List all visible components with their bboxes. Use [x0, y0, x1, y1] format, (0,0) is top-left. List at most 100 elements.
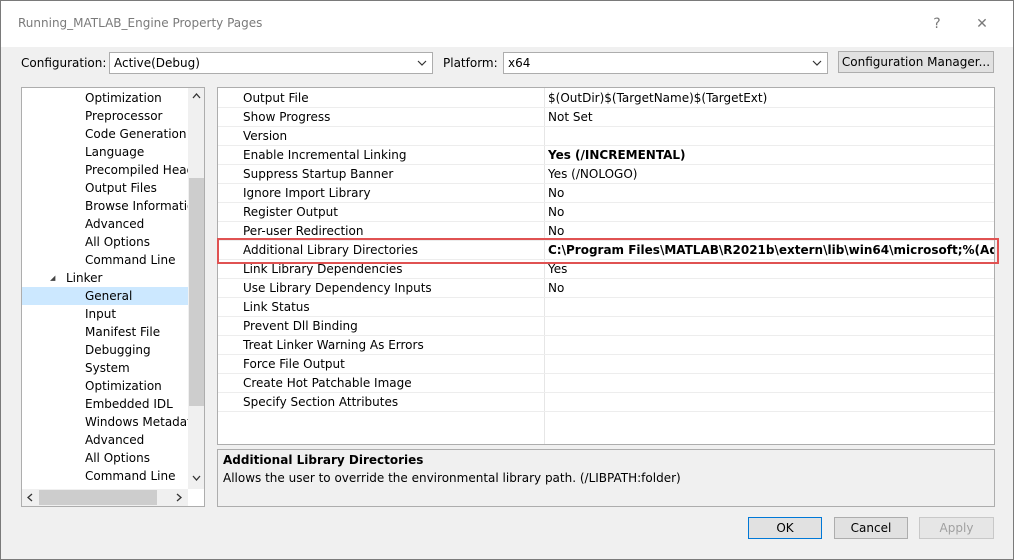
tree-item-label: Preprocessor	[85, 109, 163, 123]
property-row[interactable]: Show Progress Not Set	[218, 108, 994, 127]
platform-dropdown[interactable]: x64	[503, 52, 828, 74]
tree-item-label: Manifest File	[85, 325, 161, 339]
row-separator	[218, 411, 994, 412]
property-name: Create Hot Patchable Image	[243, 376, 412, 390]
ok-button[interactable]: OK	[748, 517, 822, 539]
property-row[interactable]: Use Library Dependency Inputs No	[218, 279, 994, 298]
property-name: Link Status	[243, 300, 310, 314]
tree-item-manifest-file[interactable]: Manifest File	[22, 323, 188, 341]
tree-item-code-generation[interactable]: Code Generation	[22, 125, 188, 143]
tree-item-input[interactable]: Input	[22, 305, 188, 323]
tree-item-debugging[interactable]: Debugging	[22, 341, 188, 359]
tree-vertical-scrollbar[interactable]	[188, 88, 204, 489]
property-row[interactable]: Ignore Import Library No	[218, 184, 994, 203]
tree-item-label: Input	[85, 307, 117, 321]
description-title: Additional Library Directories	[223, 453, 424, 467]
property-row[interactable]: Force File Output	[218, 355, 994, 374]
property-name: Link Library Dependencies	[243, 262, 403, 276]
property-row[interactable]: Output File $(OutDir)$(TargetName)$(Targe…	[218, 89, 994, 108]
property-value[interactable]: Yes (/NOLOGO)	[548, 167, 994, 181]
tree-hscroll-thumb[interactable]	[39, 490, 157, 505]
platform-value: x64	[508, 56, 531, 70]
property-value[interactable]: $(OutDir)$(TargetName)$(TargetExt)	[548, 91, 994, 105]
tree-item-precompiled-heade[interactable]: Precompiled Heade	[22, 161, 202, 179]
configuration-dropdown[interactable]: Active(Debug)	[109, 52, 433, 74]
property-value[interactable]: Yes (/INCREMENTAL)	[548, 148, 994, 162]
tree-item-command-line[interactable]: Command Line	[22, 251, 188, 269]
tree-scroll-thumb[interactable]	[189, 178, 204, 406]
tree-item-browse-information[interactable]: Browse Information	[22, 197, 202, 215]
configuration-manager-button[interactable]: Configuration Manager...	[838, 51, 994, 73]
property-value[interactable]: Not Set	[548, 110, 994, 124]
tree-item-all-options[interactable]: All Options	[22, 449, 188, 467]
tree-item-embedded-idl[interactable]: Embedded IDL	[22, 395, 188, 413]
tree-item-optimization[interactable]: Optimization	[22, 89, 188, 107]
tree-item-label: All Options	[85, 451, 150, 465]
tree-item-language[interactable]: Language	[22, 143, 188, 161]
tree-item-windows-metadata[interactable]: Windows Metadata	[22, 413, 199, 431]
help-button[interactable]: ?	[922, 13, 952, 35]
tree-item-label: Command Line	[85, 469, 176, 483]
property-name: Version	[243, 129, 288, 143]
tree-item-general[interactable]: General	[22, 287, 188, 305]
property-row[interactable]: Version	[218, 127, 994, 146]
tree-item-preprocessor[interactable]: Preprocessor	[22, 107, 188, 125]
property-value[interactable]: No	[548, 281, 994, 295]
tree-item-label: Code Generation	[85, 127, 187, 141]
chevron-up-icon[interactable]	[191, 91, 202, 101]
property-value[interactable]: No	[548, 186, 994, 200]
tree-item-label: System	[85, 361, 130, 375]
cancel-button[interactable]: Cancel	[834, 517, 908, 539]
property-row[interactable]: Treat Linker Warning As Errors	[218, 336, 994, 355]
chevron-down-icon	[812, 60, 822, 66]
property-name: Ignore Import Library	[243, 186, 371, 200]
highlight-annotation	[217, 238, 999, 264]
tree-item-label: Advanced	[85, 217, 145, 231]
property-name: Enable Incremental Linking	[243, 148, 407, 162]
tree-item-all-options[interactable]: All Options	[22, 233, 188, 251]
tree-item-label: Optimization	[85, 379, 162, 393]
property-row[interactable]: Link Status	[218, 298, 994, 317]
property-grid: Output File $(OutDir)$(TargetName)$(Targe…	[217, 87, 995, 445]
configuration-value: Active(Debug)	[114, 56, 200, 70]
triangle-down-icon[interactable]: ◢	[50, 269, 55, 287]
tree-horizontal-scrollbar[interactable]	[22, 489, 188, 506]
tree-item-label: General	[85, 289, 133, 303]
property-value[interactable]: Yes	[548, 262, 994, 276]
property-name: Treat Linker Warning As Errors	[243, 338, 424, 352]
category-tree[interactable]: Optimization Preprocessor Code Generation L…	[21, 87, 205, 507]
tree-item-output-files[interactable]: Output Files	[22, 179, 188, 197]
title-bar: Running_MATLAB_Engine Property Pages ? ✕	[1, 1, 1013, 47]
close-button[interactable]: ✕	[967, 13, 997, 35]
property-row[interactable]: Suppress Startup Banner Yes (/NOLOGO)	[218, 165, 994, 184]
property-name: Suppress Startup Banner	[243, 167, 394, 181]
property-row[interactable]: Specify Section Attributes	[218, 393, 994, 412]
property-row[interactable]: Prevent Dll Binding	[218, 317, 994, 336]
tree-item-optimization[interactable]: Optimization	[22, 377, 188, 395]
property-value[interactable]: No	[548, 224, 994, 238]
property-row[interactable]: Create Hot Patchable Image	[218, 374, 994, 393]
property-row[interactable]: Enable Incremental Linking Yes (/INCREMEN…	[218, 146, 994, 165]
tree-item-label: All Options	[85, 235, 150, 249]
property-value[interactable]: No	[548, 205, 994, 219]
tree-item-advanced[interactable]: Advanced	[22, 215, 188, 233]
chevron-down-icon[interactable]	[191, 473, 202, 483]
tree-item-label: Windows Metadata	[85, 415, 200, 429]
tree-item-advanced[interactable]: Advanced	[22, 431, 188, 449]
tree-item-linker[interactable]: ◢ Linker	[22, 269, 188, 287]
tree-item-command-line[interactable]: Command Line	[22, 467, 188, 485]
apply-button[interactable]: Apply	[919, 517, 994, 539]
tree-item-label: Debugging	[85, 343, 151, 357]
description-text: Allows the user to override the environm…	[223, 471, 681, 485]
tree-item-system[interactable]: System	[22, 359, 188, 377]
property-name: Per-user Redirection	[243, 224, 364, 238]
chevron-down-icon	[417, 60, 427, 66]
property-row[interactable]: Register Output No	[218, 203, 994, 222]
chevron-left-icon[interactable]	[25, 492, 35, 503]
property-name: Use Library Dependency Inputs	[243, 281, 432, 295]
window-title: Running_MATLAB_Engine Property Pages	[18, 16, 263, 30]
tree-item-label: Linker	[66, 271, 103, 285]
chevron-right-icon[interactable]	[174, 492, 184, 503]
property-name: Register Output	[243, 205, 338, 219]
property-name: Force File Output	[243, 357, 345, 371]
